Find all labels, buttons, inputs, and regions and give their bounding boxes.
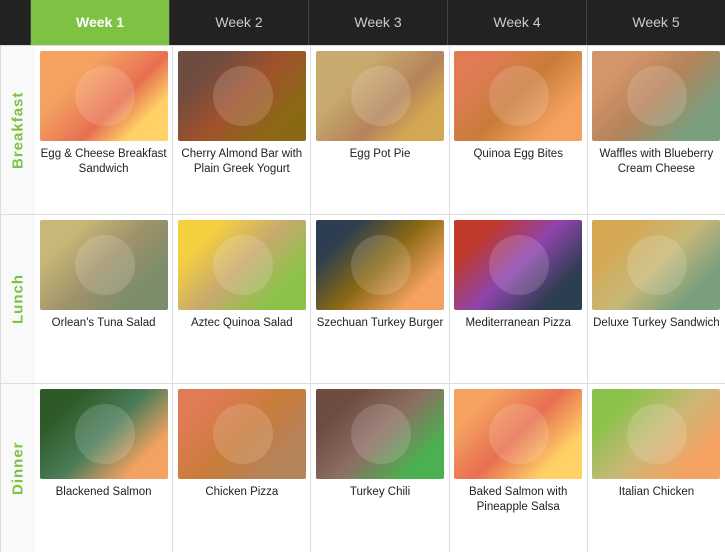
- meal-row-dinner: Dinner Blackened Salmon Chicken Pizza Turke…: [0, 383, 725, 552]
- meal-image: [316, 220, 444, 310]
- meal-image: [178, 51, 306, 141]
- meal-name: Mediterranean Pizza: [463, 316, 572, 331]
- meal-label-breakfast: Breakfast: [0, 46, 35, 214]
- meal-name: Cherry Almond Bar with Plain Greek Yogur…: [176, 147, 307, 177]
- week-tab-2[interactable]: Week 2: [169, 0, 308, 45]
- meal-items-breakfast: Egg & Cheese Breakfast SandwichCherry Al…: [35, 46, 725, 214]
- meal-label-dinner: Dinner: [0, 384, 35, 552]
- meal-name: Aztec Quinoa Salad: [189, 316, 295, 331]
- meal-items-dinner: Blackened Salmon Chicken Pizza Turkey Chil…: [35, 384, 725, 552]
- meal-items-lunch: Orlean's Tuna Salad Aztec Quinoa Salad Sze…: [35, 215, 725, 383]
- meal-item[interactable]: Quinoa Egg Bites: [450, 46, 588, 214]
- meal-item[interactable]: Blackened Salmon: [35, 384, 173, 552]
- week-tab-5[interactable]: Week 5: [586, 0, 725, 45]
- meal-image: [178, 220, 306, 310]
- meal-item[interactable]: Mediterranean Pizza: [450, 215, 588, 383]
- meal-item[interactable]: Szechuan Turkey Burger: [311, 215, 449, 383]
- meal-row-lunch: Lunch Orlean's Tuna Salad Aztec Quinoa Sal…: [0, 214, 725, 383]
- meal-image: [454, 389, 582, 479]
- meal-item[interactable]: Deluxe Turkey Sandwich: [588, 215, 725, 383]
- meal-name: Quinoa Egg Bites: [471, 147, 565, 162]
- meal-name: Szechuan Turkey Burger: [315, 316, 446, 331]
- meal-name: Egg & Cheese Breakfast Sandwich: [38, 147, 169, 177]
- meal-image: [454, 51, 582, 141]
- meal-name: Chicken Pizza: [203, 485, 280, 500]
- meal-name: Baked Salmon with Pineapple Salsa: [453, 485, 584, 515]
- meal-name: Waffles with Blueberry Cream Cheese: [591, 147, 722, 177]
- app-header: Week 1Week 2Week 3Week 4Week 5: [0, 0, 725, 45]
- meal-item[interactable]: Orlean's Tuna Salad: [35, 215, 173, 383]
- meal-label-lunch: Lunch: [0, 215, 35, 383]
- meal-name: Italian Chicken: [617, 485, 696, 500]
- meal-name: Deluxe Turkey Sandwich: [591, 316, 722, 331]
- week-tab-4[interactable]: Week 4: [447, 0, 586, 45]
- meal-item[interactable]: Italian Chicken: [588, 384, 725, 552]
- meal-image: [592, 51, 720, 141]
- meal-image: [40, 389, 168, 479]
- meal-item[interactable]: Waffles with Blueberry Cream Cheese: [588, 46, 725, 214]
- meal-item[interactable]: Cherry Almond Bar with Plain Greek Yogur…: [173, 46, 311, 214]
- meal-image: [592, 220, 720, 310]
- week-tab-1[interactable]: Week 1: [30, 0, 169, 45]
- meal-image: [454, 220, 582, 310]
- meal-item[interactable]: Egg & Cheese Breakfast Sandwich: [35, 46, 173, 214]
- meal-name: Turkey Chili: [348, 485, 412, 500]
- meal-image: [592, 389, 720, 479]
- meal-name: Blackened Salmon: [54, 485, 154, 500]
- meal-item[interactable]: Egg Pot Pie: [311, 46, 449, 214]
- meal-name: Egg Pot Pie: [348, 147, 413, 162]
- meal-item[interactable]: Turkey Chili: [311, 384, 449, 552]
- meal-name: Orlean's Tuna Salad: [50, 316, 158, 331]
- meal-image: [316, 389, 444, 479]
- meal-grid: BreakfastEgg & Cheese Breakfast Sandwich…: [0, 45, 725, 552]
- meal-image: [40, 220, 168, 310]
- meal-item[interactable]: Baked Salmon with Pineapple Salsa: [450, 384, 588, 552]
- meal-item[interactable]: Aztec Quinoa Salad: [173, 215, 311, 383]
- meal-image: [40, 51, 168, 141]
- week-tab-3[interactable]: Week 3: [308, 0, 447, 45]
- meal-image: [316, 51, 444, 141]
- meal-item[interactable]: Chicken Pizza: [173, 384, 311, 552]
- meal-row-breakfast: BreakfastEgg & Cheese Breakfast Sandwich…: [0, 45, 725, 214]
- week-tabs: Week 1Week 2Week 3Week 4Week 5: [30, 0, 725, 45]
- meal-image: [178, 389, 306, 479]
